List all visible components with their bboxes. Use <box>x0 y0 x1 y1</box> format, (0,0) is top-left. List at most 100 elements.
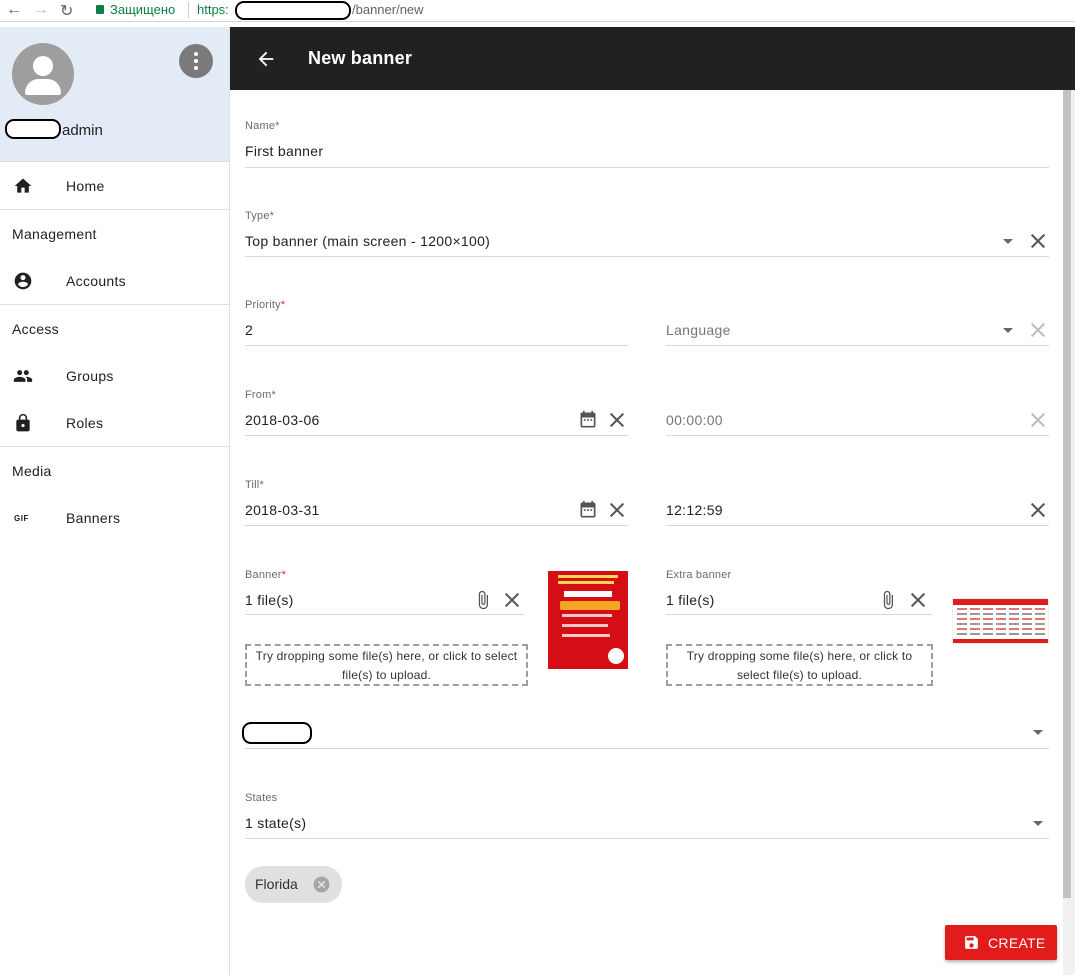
sidebar-item-label: Accounts <box>66 272 126 289</box>
sidebar-item-banners[interactable]: GIF Banners <box>0 494 229 541</box>
arrow-back-icon[interactable] <box>255 48 277 70</box>
sidebar-item-label: Groups <box>66 367 114 384</box>
clear-icon[interactable] <box>610 413 624 427</box>
clear-icon[interactable] <box>911 593 925 607</box>
home-icon <box>14 178 32 193</box>
create-button[interactable]: CREATE <box>945 925 1057 960</box>
till-date-field[interactable]: Till* 2018-03-31 <box>245 479 628 527</box>
username: admin <box>62 122 103 139</box>
url-path: /banner/new <box>352 2 424 17</box>
secure-label: Защищено <box>110 2 176 17</box>
till-date-underline <box>245 525 628 526</box>
page-title: New banner <box>308 48 413 68</box>
back-nav-icon[interactable]: ← <box>6 1 22 19</box>
priority-field[interactable]: Priority* 2 <box>245 299 628 347</box>
banner-file-count: 1 file(s) <box>245 592 294 608</box>
sidebar-item-accounts[interactable]: Accounts <box>0 257 229 304</box>
banner-file-field[interactable]: Banner* 1 file(s) <box>245 569 524 616</box>
secure-indicator[interactable]: Защищено <box>96 2 175 17</box>
priority-underline <box>245 345 628 346</box>
language-select[interactable]: Language <box>666 299 1049 347</box>
banner-dropzone[interactable]: Try dropping some file(s) here, or click… <box>245 644 528 686</box>
redacted-select[interactable] <box>242 715 1049 749</box>
extra-banner-label: Extra banner <box>666 569 732 581</box>
select-underline <box>245 748 1049 749</box>
clear-icon[interactable] <box>1031 323 1045 337</box>
calendar-icon[interactable] <box>578 410 598 430</box>
states-label: States <box>245 792 278 804</box>
redacted-host <box>235 1 351 20</box>
cancel-chip-icon[interactable] <box>312 875 331 894</box>
from-time-field[interactable]: 00:00:00 <box>666 389 1049 437</box>
priority-label: Priority* <box>245 299 286 311</box>
dropzone-text: Try dropping some file(s) here, or click… <box>686 649 913 663</box>
avatar[interactable] <box>12 43 74 105</box>
lock-icon <box>16 413 30 432</box>
sidebar-item-home[interactable]: Home <box>0 162 229 209</box>
name-input[interactable]: First banner <box>245 143 323 159</box>
till-time-input[interactable]: 12:12:59 <box>666 502 723 518</box>
from-date-underline <box>245 435 628 436</box>
sidebar-item-label: Roles <box>66 414 104 431</box>
sidebar-item-label: Home <box>66 177 105 194</box>
from-date-field[interactable]: From* 2018-03-06 <box>245 389 628 437</box>
language-underline <box>666 345 1049 346</box>
from-time-input[interactable]: 00:00:00 <box>666 412 723 428</box>
sidebar-item-groups[interactable]: Groups <box>0 352 229 399</box>
from-date-input[interactable]: 2018-03-06 <box>245 412 320 428</box>
priority-input[interactable]: 2 <box>245 322 253 338</box>
redacted-value <box>242 722 312 744</box>
till-label: Till* <box>245 479 264 491</box>
account-circle-icon <box>14 272 32 290</box>
address-separator <box>188 2 189 18</box>
reload-icon[interactable]: ↻ <box>60 1 73 21</box>
type-value: Top banner (main screen - 1200×100) <box>245 233 491 249</box>
section-header-media: Media <box>12 462 52 479</box>
clear-icon[interactable] <box>505 593 519 607</box>
states-select[interactable]: States 1 state(s) <box>245 792 1049 839</box>
chevron-down-icon[interactable] <box>1033 821 1043 826</box>
chevron-down-icon[interactable] <box>1003 239 1013 244</box>
attach-file-icon[interactable] <box>473 589 493 611</box>
sidebar-item-label: Banners <box>66 509 121 526</box>
scrollbar-thumb[interactable] <box>1063 90 1071 898</box>
dropzone-text: file(s) to upload. <box>342 668 431 682</box>
till-date-input[interactable]: 2018-03-31 <box>245 502 320 518</box>
state-chip[interactable]: Florida <box>245 866 342 903</box>
chip-label: Florida <box>255 876 298 892</box>
extra-banner-preview-image[interactable] <box>952 598 1049 644</box>
clear-icon[interactable] <box>610 503 624 517</box>
calendar-icon[interactable] <box>578 500 598 520</box>
more-vert-icon[interactable] <box>179 44 213 78</box>
clear-icon[interactable] <box>1031 503 1045 517</box>
states-value: 1 state(s) <box>245 815 307 831</box>
till-time-field[interactable]: 12:12:59 <box>666 479 1049 527</box>
attach-file-icon[interactable] <box>878 589 898 611</box>
sidebar: admin Home Management Accounts Access Gr… <box>0 27 230 975</box>
clear-icon[interactable] <box>1031 413 1045 427</box>
till-time-underline <box>666 525 1049 526</box>
banner-preview-image[interactable] <box>548 571 628 669</box>
sidebar-item-roles[interactable]: Roles <box>0 399 229 446</box>
url-scheme: https: <box>197 2 229 17</box>
extra-banner-underline <box>666 614 932 615</box>
group-icon <box>13 370 33 382</box>
padlock-icon <box>96 5 104 14</box>
profile-header: admin <box>0 27 229 162</box>
name-field[interactable]: Name* First banner <box>245 120 1049 168</box>
from-time-underline <box>666 435 1049 436</box>
type-label: Type* <box>245 210 275 222</box>
states-underline <box>245 838 1049 839</box>
extra-banner-file-field[interactable]: Extra banner 1 file(s) <box>666 569 932 616</box>
redacted-username-prefix <box>5 119 61 139</box>
extra-banner-dropzone[interactable]: Try dropping some file(s) here, or click… <box>666 644 933 686</box>
type-select[interactable]: Type* Top banner (main screen - 1200×100… <box>245 210 1049 258</box>
name-label: Name* <box>245 120 280 132</box>
type-underline <box>245 256 1049 257</box>
address-bar[interactable]: https: <box>197 2 229 17</box>
app-bar: New banner <box>230 27 1075 90</box>
chevron-down-icon[interactable] <box>1033 730 1043 735</box>
clear-icon[interactable] <box>1031 234 1045 248</box>
chevron-down-icon[interactable] <box>1003 328 1013 333</box>
forward-nav-icon[interactable]: → <box>33 1 49 19</box>
